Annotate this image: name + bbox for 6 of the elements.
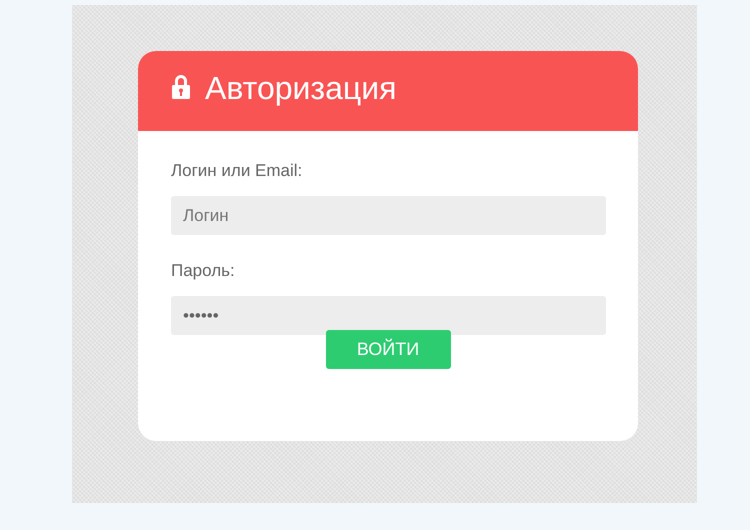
input-field[interactable]: •••••• — [171, 296, 606, 335]
lock-icon — [171, 74, 191, 100]
field-label: Логин или Email: — [171, 161, 302, 181]
dialog-title: Авторизация — [205, 70, 396, 106]
field-label: Пароль: — [171, 261, 235, 281]
input-field[interactable]: Логин — [171, 196, 606, 235]
